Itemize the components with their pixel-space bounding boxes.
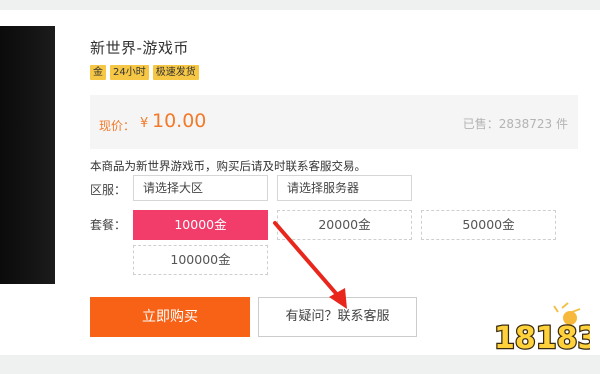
buy-now-button[interactable]: 立即购买 — [90, 297, 250, 337]
package-option-100000[interactable]: 100000金 — [133, 245, 268, 275]
price-box: 现价： ¥ 10.00 已售：2838723 件 — [90, 95, 578, 149]
package-option-20000[interactable]: 20000金 — [277, 210, 412, 240]
package-option-50000[interactable]: 50000金 — [421, 210, 556, 240]
region-select[interactable]: 请选择大区 — [133, 175, 268, 201]
package-option-10000[interactable]: 10000金 — [133, 210, 268, 240]
product-description: 本商品为新世界游戏币，购买后请及时联系客服交易。 — [90, 159, 366, 173]
product-title: 新世界-游戏币 — [90, 39, 189, 57]
price-value: 10.00 — [152, 110, 207, 132]
sold-count: 已售：2838723 件 — [462, 117, 568, 131]
tag-gold: 金 — [90, 65, 106, 80]
watermark-text: 18183 — [494, 321, 590, 356]
tag-fast-delivery: 极速发货 — [152, 65, 199, 80]
product-image-panel — [0, 26, 55, 284]
server-select[interactable]: 请选择服务器 — [277, 175, 412, 201]
tag-24h: 24小时 — [110, 65, 149, 80]
product-tags: 金 24小时 极速发货 — [90, 65, 199, 80]
contact-support-button[interactable]: 有疑问？联系客服 — [258, 297, 417, 337]
price-label: 现价： — [99, 119, 136, 133]
price-currency: ¥ — [140, 116, 149, 131]
package-label: 套餐： — [90, 218, 127, 232]
site-logo: 18183 — [493, 302, 590, 357]
server-label: 区服： — [90, 183, 127, 197]
